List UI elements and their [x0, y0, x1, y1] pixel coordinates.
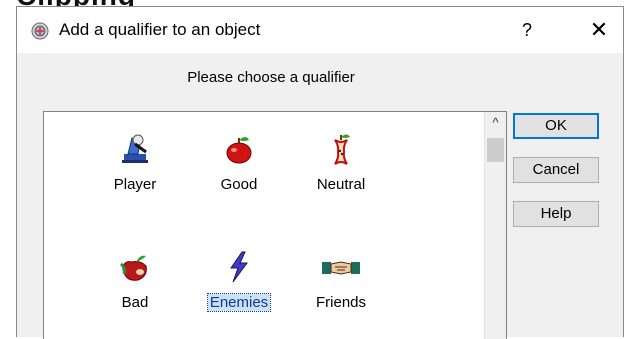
vertical-scrollbar[interactable]: ^ — [484, 112, 506, 339]
qualifier-label: Enemies — [206, 293, 272, 312]
red-apple-icon — [226, 137, 252, 164]
qualifier-label: Good — [220, 176, 258, 193]
help-question-button[interactable]: ? — [507, 13, 547, 47]
player-icon — [122, 134, 148, 163]
title-bar: Add a qualifier to an object ? ✕ — [17, 7, 623, 53]
qualifier-list[interactable]: Player Good Neutral Bad Enemies Friends … — [43, 111, 507, 339]
scroll-thumb[interactable] — [487, 138, 504, 162]
qualifier-label: Friends — [315, 294, 367, 311]
ok-button[interactable]: OK — [513, 113, 599, 139]
qualifier-dialog: Add a qualifier to an object ? ✕ Please … — [16, 6, 624, 339]
qualifier-label: Neutral — [316, 176, 366, 193]
qualifier-item-player[interactable]: Player — [90, 132, 180, 193]
close-button[interactable]: ✕ — [577, 13, 621, 47]
prompt-text: Please choose a qualifier — [187, 69, 355, 86]
handshake-icon — [322, 261, 360, 275]
qualifier-label: Bad — [121, 294, 149, 311]
cancel-button[interactable]: Cancel — [513, 157, 599, 183]
help-button[interactable]: Help — [513, 201, 599, 227]
app-icon — [31, 22, 49, 40]
scroll-up-arrow-icon[interactable]: ^ — [485, 112, 506, 134]
qualifier-item-bad[interactable]: Bad — [90, 250, 180, 311]
lightning-icon — [230, 251, 248, 283]
apple-core-icon — [334, 134, 350, 165]
qualifier-item-good[interactable]: Good — [194, 132, 284, 193]
bitten-apple-icon — [120, 255, 147, 281]
qualifier-item-friends[interactable]: Friends — [296, 250, 386, 311]
qualifier-label: Player — [113, 176, 157, 193]
qualifier-item-enemies[interactable]: Enemies — [194, 250, 284, 312]
window-title: Add a qualifier to an object — [59, 20, 261, 39]
qualifier-item-neutral[interactable]: Neutral — [296, 132, 386, 193]
